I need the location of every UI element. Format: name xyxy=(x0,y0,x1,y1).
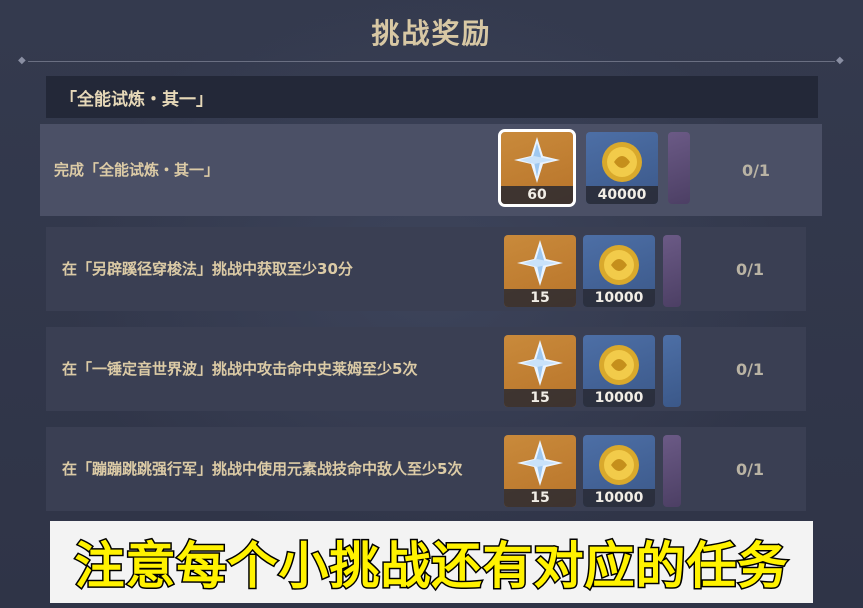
reward-item-partial[interactable] xyxy=(663,435,681,507)
section-header: 「全能试炼・其一」 xyxy=(46,76,818,118)
title-divider xyxy=(28,61,835,62)
reward-count: 15 xyxy=(504,289,576,307)
reward-item-mora[interactable]: 10000 xyxy=(583,335,655,407)
primogem-icon xyxy=(517,440,563,486)
reward-count: 10000 xyxy=(583,389,655,407)
challenge-row[interactable]: 在「蹦蹦跳跳强行军」挑战中使用元素战技命中敌人至少5次 15 10000 0/1 xyxy=(46,427,806,511)
reward-item-partial[interactable] xyxy=(663,335,681,407)
section-title: 「全能试炼・其一」 xyxy=(60,89,213,110)
reward-item-partial[interactable] xyxy=(668,132,690,204)
primogem-icon xyxy=(514,137,560,183)
reward-item-primogem[interactable]: 15 xyxy=(504,235,576,307)
challenge-description: 在「一锤定音世界波」挑战中攻击命中史莱姆至少5次 xyxy=(62,360,418,378)
challenge-progress: 0/1 xyxy=(735,259,765,279)
divider-ornament-left-icon: ◆ xyxy=(18,55,26,66)
challenge-progress: 0/1 xyxy=(741,160,771,180)
challenge-progress: 0/1 xyxy=(735,459,765,479)
reward-item-partial[interactable] xyxy=(663,235,681,307)
reward-item-primogem[interactable]: 15 xyxy=(504,335,576,407)
reward-count: 10000 xyxy=(583,289,655,307)
reward-count: 15 xyxy=(504,489,576,507)
mora-coin-icon xyxy=(599,345,639,385)
challenge-row[interactable]: 在「一锤定音世界波」挑战中攻击命中史莱姆至少5次 15 10000 0/1 xyxy=(46,327,806,411)
reward-item-primogem[interactable]: 60 xyxy=(498,129,576,207)
mora-coin-icon xyxy=(599,245,639,285)
divider-ornament-right-icon: ◆ xyxy=(836,55,844,66)
challenge-row[interactable]: 完成「全能试炼・其一」 60 40000 0/1 xyxy=(40,124,822,216)
reward-count: 60 xyxy=(501,186,573,204)
challenge-description: 在「蹦蹦跳跳强行军」挑战中使用元素战技命中敌人至少5次 xyxy=(62,460,463,478)
reward-item-mora[interactable]: 40000 xyxy=(586,132,658,204)
challenge-description: 在「另辟蹊径穿梭法」挑战中获取至少30分 xyxy=(62,260,353,278)
challenge-progress: 0/1 xyxy=(735,359,765,379)
reward-count: 10000 xyxy=(583,489,655,507)
challenge-row[interactable]: 在「另辟蹊径穿梭法」挑战中获取至少30分 15 10000 0/1 xyxy=(46,227,806,311)
reward-item-primogem[interactable]: 15 xyxy=(504,435,576,507)
primogem-icon xyxy=(517,240,563,286)
mora-coin-icon xyxy=(599,445,639,485)
reward-item-mora[interactable]: 10000 xyxy=(583,235,655,307)
challenge-description: 完成「全能试炼・其一」 xyxy=(54,161,220,179)
reward-count: 40000 xyxy=(586,186,658,204)
video-caption: 注意每个小挑战还有对应的任务 xyxy=(50,521,813,603)
reward-count: 15 xyxy=(504,389,576,407)
page-title: 挑战奖励 xyxy=(371,17,492,50)
reward-item-mora[interactable]: 10000 xyxy=(583,435,655,507)
primogem-icon xyxy=(517,340,563,386)
mora-coin-icon xyxy=(602,142,642,182)
